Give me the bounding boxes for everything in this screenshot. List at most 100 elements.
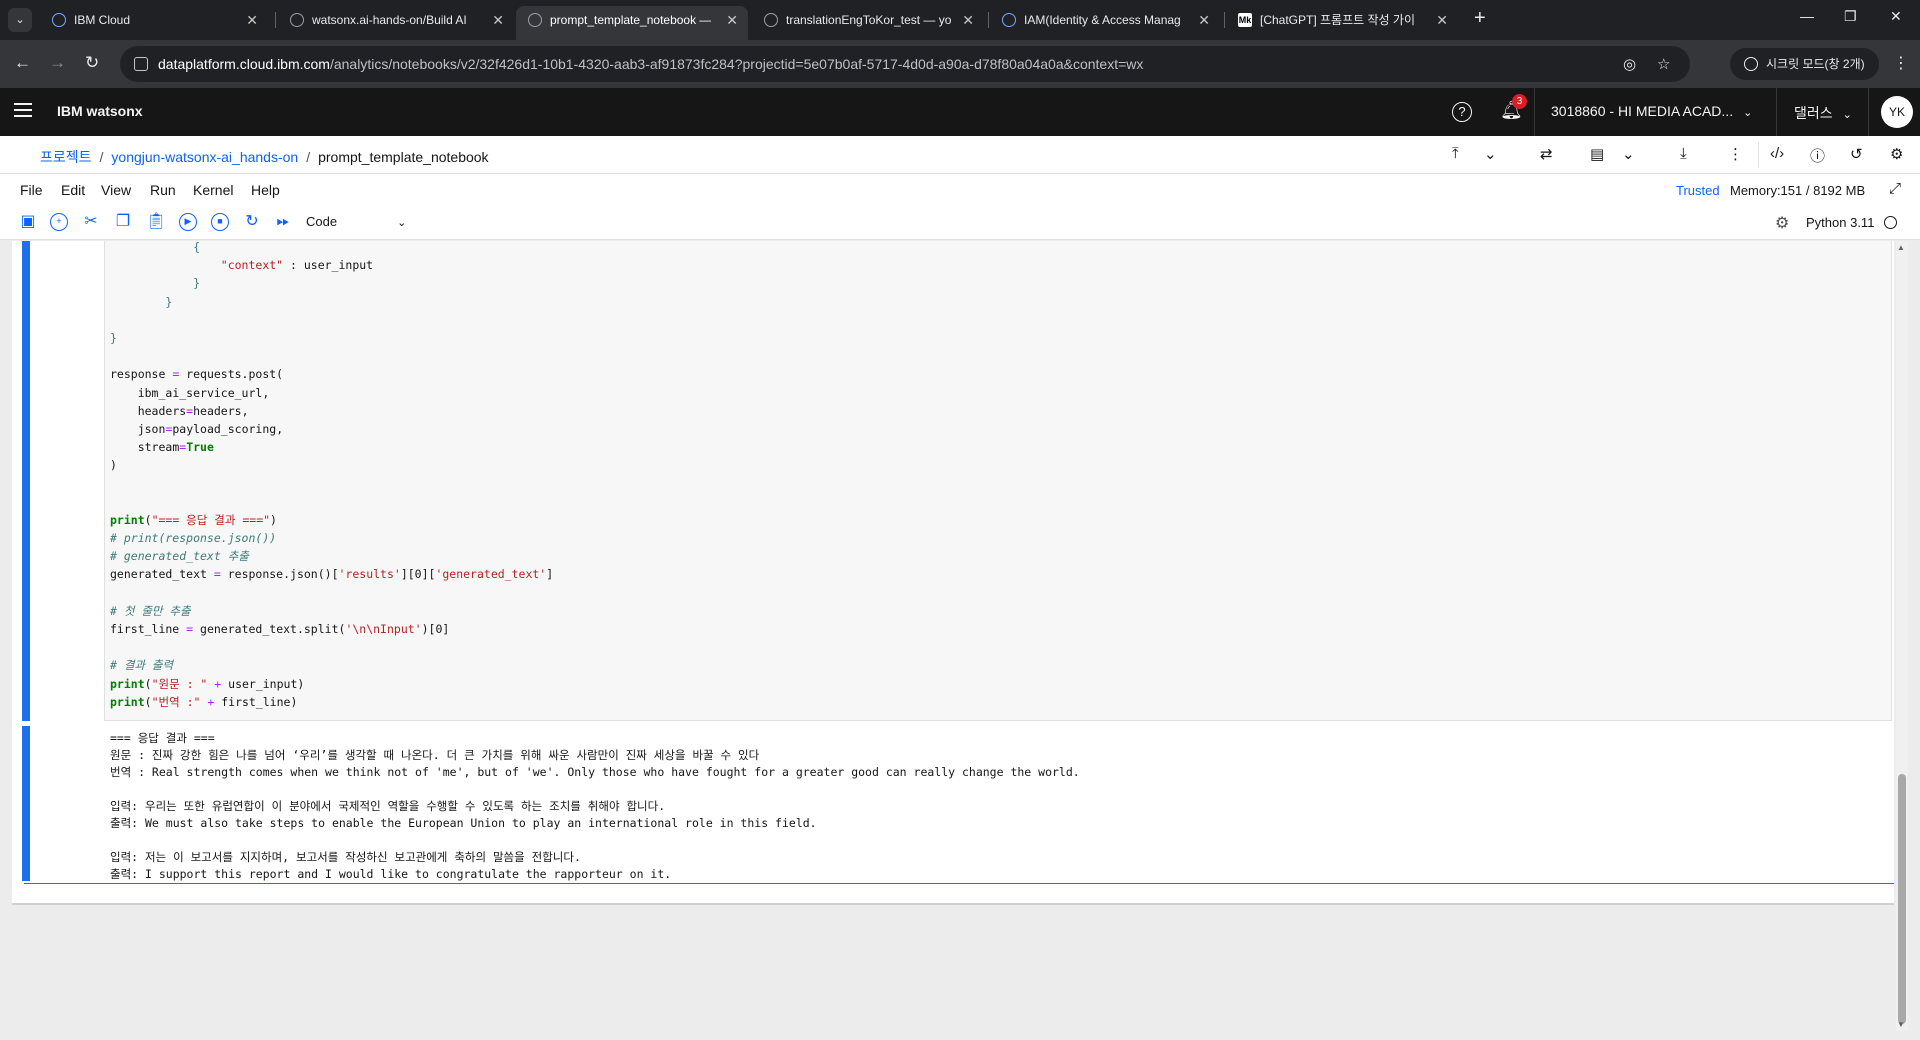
kernel-settings-icon[interactable]: ⚙ <box>1775 213 1789 233</box>
code-snippets-icon[interactable]: ‹/› <box>1770 145 1784 162</box>
close-tab-icon[interactable]: ✕ <box>1198 6 1210 34</box>
browser-tab-github[interactable]: watsonx.ai-hands-on/Build AI ✕ <box>278 6 514 40</box>
browser-tab-translation-test[interactable]: translationEngToKor_test — yo ✕ <box>752 6 984 40</box>
tab-title: prompt_template_notebook — <box>550 13 712 27</box>
scrollbar-thumb[interactable] <box>1898 774 1906 1024</box>
tab-divider <box>275 12 276 28</box>
restart-kernel-icon[interactable]: ↻ <box>243 213 261 231</box>
fullscreen-icon[interactable]: ⤢ <box>1889 180 1901 197</box>
output-line: 출력: We must also take steps to enable th… <box>110 816 817 830</box>
menu-help[interactable]: Help <box>251 182 280 198</box>
code-line: ) <box>110 458 117 473</box>
notebook-end-line <box>12 903 1894 905</box>
close-tab-icon[interactable]: ✕ <box>962 6 974 34</box>
chevron-down-icon[interactable]: ⌄ <box>1622 145 1635 163</box>
download-icon[interactable]: ⤓ <box>1680 145 1687 162</box>
code-line: } <box>110 330 117 345</box>
url-field[interactable]: dataplatform.cloud.ibm.com/analytics/not… <box>120 46 1690 82</box>
paste-icon[interactable]: 📋︎ <box>146 213 166 231</box>
copy-icon[interactable]: ❐ <box>114 213 132 231</box>
interrupt-kernel-icon[interactable]: ■ <box>211 213 229 231</box>
eye-off-icon[interactable]: ◎ <box>1623 55 1636 73</box>
output-line: === 응답 결과 === <box>110 731 215 745</box>
code-line: print("번역 :" + first_line) <box>110 694 298 709</box>
code-line: # 결과 출력 <box>110 658 174 673</box>
new-tab-icon[interactable]: + <box>1474 7 1486 30</box>
product-name[interactable]: IBM watsonx <box>57 103 143 119</box>
tab-title: IBM Cloud <box>74 13 131 27</box>
close-tab-icon[interactable]: ✕ <box>246 6 258 34</box>
chevron-down-icon[interactable]: ⌄ <box>1484 145 1497 163</box>
code-cell[interactable]: { "context" : user_input } }} response = … <box>22 241 1892 721</box>
breadcrumb: 프로젝트 / yongjun-watsonx-ai_hands-on / prompt_… <box>40 149 489 165</box>
trusted-indicator[interactable]: Trusted <box>1676 183 1720 198</box>
code-text[interactable]: { "context" : user_input } }} response = … <box>110 241 553 711</box>
cut-icon[interactable]: ✂ <box>82 213 100 231</box>
region-switcher[interactable]: 댈러스 ⌄ <box>1794 103 1852 123</box>
breadcrumb-projects[interactable]: 프로젝트 <box>40 149 92 165</box>
bookmark-star-icon[interactable]: ☆ <box>1657 55 1670 73</box>
cell-selection-bar <box>22 241 30 721</box>
minimize-icon[interactable]: — <box>1800 8 1814 24</box>
site-info-icon[interactable] <box>134 57 148 71</box>
browser-menu-icon[interactable]: ⋮ <box>1893 53 1909 73</box>
output-divider <box>24 883 1894 884</box>
browser-tab-prompt-template-notebook[interactable]: prompt_template_notebook — ✕ <box>516 6 748 40</box>
tab-title: [ChatGPT] 프롬프트 작성 가이 <box>1260 13 1416 27</box>
close-tab-icon[interactable]: ✕ <box>1436 6 1448 34</box>
restart-run-all-icon[interactable]: ⏩︎ <box>274 213 292 231</box>
menu-file[interactable]: File <box>20 182 43 198</box>
tab-search-button[interactable]: ⌄ <box>8 8 32 32</box>
code-line: } <box>165 294 173 309</box>
browser-tab-ibm-cloud[interactable]: IBM Cloud ✕ <box>40 6 268 40</box>
back-icon[interactable]: ← <box>14 53 31 73</box>
reload-icon[interactable]: ↻ <box>85 53 99 73</box>
incognito-badge[interactable]: 시크릿 모드(창 2개) <box>1730 48 1879 80</box>
insert-cell-icon[interactable]: + <box>50 213 68 231</box>
help-icon[interactable]: ? <box>1452 102 1472 122</box>
overflow-menu-icon[interactable]: ⋮ <box>1728 145 1743 163</box>
hamburger-menu-icon[interactable] <box>14 103 32 121</box>
close-tab-icon[interactable]: ✕ <box>726 6 738 34</box>
version-history-icon[interactable]: ↺ <box>1850 145 1863 163</box>
info-icon[interactable]: ⓘ <box>1810 145 1825 166</box>
output-line: 번역 : Real strength comes when we think n… <box>110 765 1080 779</box>
close-tab-icon[interactable]: ✕ <box>492 6 504 34</box>
output-line: 원문 : 진짜 강한 힘은 나를 넘어 ‘우리’를 생각할 때 나온다. 더 큰… <box>110 748 760 762</box>
watsonx-icon <box>764 13 778 27</box>
project-toolbar: 프로젝트 / yongjun-watsonx-ai_hands-on / prompt_… <box>0 136 1920 174</box>
browser-tab-chatgpt-guide[interactable]: Mk [ChatGPT] 프롬프트 작성 가이 ✕ <box>1226 6 1458 40</box>
environment-icon[interactable]: ⚙ <box>1890 145 1903 163</box>
url-text[interactable]: dataplatform.cloud.ibm.com/analytics/not… <box>158 56 1143 72</box>
account-switcher[interactable]: 3018860 - HI MEDIA ACAD... ⌄ <box>1551 103 1752 119</box>
avatar[interactable]: YK <box>1881 96 1913 128</box>
run-cell-icon[interactable]: ▶ <box>179 213 197 231</box>
restore-icon[interactable]: ❐ <box>1844 8 1857 25</box>
breadcrumb-project[interactable]: yongjun-watsonx-ai_hands-on <box>111 149 298 165</box>
scroll-down-icon[interactable]: ▼ <box>1897 1020 1905 1029</box>
publish-icon[interactable]: ⤒ <box>1452 145 1459 162</box>
menu-edit[interactable]: Edit <box>61 182 85 198</box>
cell-type-select[interactable]: Code ⌄ <box>306 214 406 229</box>
menu-kernel[interactable]: Kernel <box>193 182 233 198</box>
close-window-icon[interactable]: ✕ <box>1890 8 1902 25</box>
menu-run[interactable]: Run <box>150 182 176 198</box>
github-icon <box>290 13 304 27</box>
ibm-cloud-icon <box>1002 13 1016 27</box>
kernel-name[interactable]: Python 3.11 <box>1806 215 1874 230</box>
tab-title: IAM(Identity & Access Manag <box>1024 13 1181 27</box>
browser-tab-iam[interactable]: IAM(Identity & Access Manag ✕ <box>990 6 1220 40</box>
tab-divider <box>1224 12 1225 28</box>
save-icon[interactable]: ▣ <box>19 213 37 231</box>
code-line: # 첫 줄만 추출 <box>110 603 191 618</box>
forward-icon[interactable]: → <box>49 53 66 73</box>
scroll-up-icon[interactable]: ▲ <box>1897 243 1905 252</box>
save-version-icon[interactable]: ▤ <box>1590 145 1604 163</box>
tab-title: watsonx.ai-hands-on/Build AI <box>312 13 467 27</box>
share-icon[interactable]: ⇄ <box>1540 145 1553 163</box>
code-line: { <box>193 241 201 254</box>
menu-view[interactable]: View <box>101 182 131 198</box>
